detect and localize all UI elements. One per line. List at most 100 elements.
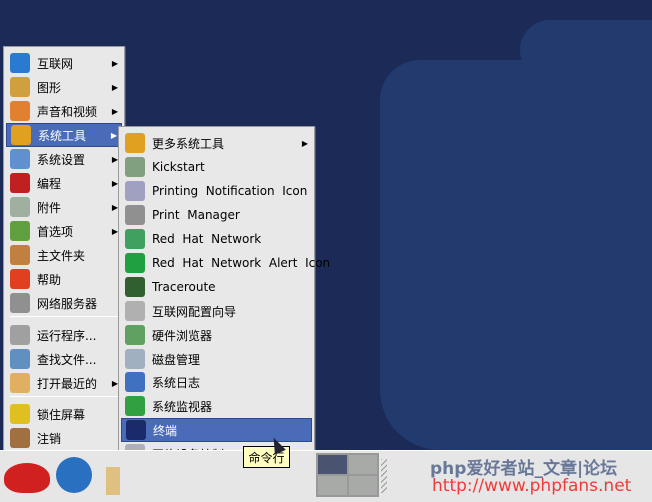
menu-item-label: 附件 <box>37 200 62 215</box>
panel-drag-handle[interactable] <box>381 459 387 493</box>
menu-item-label: 查找文件... <box>37 352 97 367</box>
menu-item[interactable]: 系统设置 ▶ <box>6 147 122 171</box>
menu-item[interactable]: 锁住屏幕 <box>6 402 122 426</box>
tools-icon <box>11 125 31 145</box>
menu-item-label: 帮助 <box>37 272 62 287</box>
menu-item[interactable]: 查找文件... <box>6 347 122 371</box>
menu-item[interactable]: 互联网 ▶ <box>6 51 122 75</box>
monitor-icon <box>125 396 145 416</box>
menu-item[interactable]: 系统日志 <box>121 370 312 394</box>
workspace-switcher[interactable] <box>316 453 379 497</box>
menu-item-label: 注销 <box>37 431 62 446</box>
tools-icon <box>125 133 145 153</box>
gear-icon <box>10 325 30 345</box>
workspace-1[interactable] <box>318 455 347 474</box>
watermark-url: http://www.phpfans.net <box>432 476 632 496</box>
menu-item-label: 互联网 <box>37 56 74 71</box>
menu-item[interactable]: Printing Notification Icon <box>121 179 312 203</box>
menu-item[interactable]: Red Hat Network <box>121 227 312 251</box>
menu-item-label: 编程 <box>37 176 62 191</box>
menu-item[interactable]: 首选项 ▶ <box>6 219 122 243</box>
terminal-icon <box>126 420 146 440</box>
menu-item-label: 硬件浏览器 <box>152 328 213 343</box>
menu-item[interactable]: Kickstart <box>121 155 312 179</box>
menu-item[interactable]: 编程 ▶ <box>6 171 122 195</box>
menu-item-label: Print Manager <box>152 208 240 222</box>
menu-item-label: Traceroute <box>152 280 216 294</box>
menu-item[interactable]: Red Hat Network Alert Icon <box>121 251 330 275</box>
search-icon <box>10 349 30 369</box>
desktop-background-shape <box>520 20 652 80</box>
traceroute-icon <box>125 277 145 297</box>
menu-item-label: 锁住屏幕 <box>37 407 86 422</box>
menu-item[interactable]: 硬件浏览器 <box>121 323 312 347</box>
home-folder-icon <box>10 245 30 265</box>
menu-item[interactable]: 图形 ▶ <box>6 75 122 99</box>
menu-item[interactable]: 磁盘管理 <box>121 347 312 371</box>
menu-item[interactable]: 注销 <box>6 426 122 450</box>
folder-icon <box>10 373 30 393</box>
menu-item[interactable]: 终端 <box>121 418 312 442</box>
menu-item-label: 磁盘管理 <box>152 352 201 367</box>
menu-item[interactable]: Print Manager <box>121 203 312 227</box>
desktop-background <box>380 60 652 450</box>
menu-item[interactable]: 主文件夹 <box>6 243 122 267</box>
globe-icon <box>10 53 30 73</box>
menu-item-label: Red Hat Network Alert Icon <box>152 256 331 270</box>
menu-item[interactable]: 帮助 <box>6 267 122 291</box>
menu-separator <box>10 396 122 397</box>
menu-item-label: 更多系统工具 <box>152 136 225 151</box>
rhn-alert-icon <box>125 253 145 273</box>
menu-item[interactable]: 网络服务器 <box>6 291 122 315</box>
menu-item-label: Red Hat Network <box>152 232 262 246</box>
panel-launcher-icon[interactable] <box>106 467 120 495</box>
logout-icon <box>10 428 30 448</box>
workspace-2[interactable] <box>348 455 377 474</box>
submenu-arrow-icon: ▶ <box>301 138 308 148</box>
menu-item-label: Printing Notification Icon <box>152 184 308 198</box>
submenu-arrow-icon: ▶ <box>110 130 117 140</box>
menu-item-label: 主文件夹 <box>37 248 86 263</box>
print-manager-icon <box>125 205 145 225</box>
workspace-3[interactable] <box>318 476 347 495</box>
media-icon <box>10 101 30 121</box>
menu-item[interactable]: 打开最近的 ▶ <box>6 371 122 395</box>
system-tools-submenu: 更多系统工具 ▶ Kickstart Printing Notification Ic… <box>118 126 330 494</box>
menu-item[interactable]: 系统监视器 <box>121 394 312 418</box>
palette-icon <box>10 77 30 97</box>
disk-icon <box>125 349 145 369</box>
menu-item-label: 系统工具 <box>38 128 87 143</box>
menu-separator <box>10 316 122 317</box>
menu-item[interactable]: 互联网配置向导 <box>121 299 312 323</box>
menu-item-label: 系统日志 <box>152 375 201 390</box>
menu-item[interactable]: 更多系统工具 ▶ <box>121 131 312 155</box>
menu-item-label: 运行程序... <box>37 328 97 343</box>
redhat-main-menu-button[interactable] <box>4 463 50 493</box>
menu-item-label: 打开最近的 <box>37 376 98 391</box>
network-wizard-icon <box>125 301 145 321</box>
submenu-arrow-icon: ▶ <box>111 82 118 92</box>
menu-item-label: 声音和视频 <box>37 104 98 119</box>
workspace-4[interactable] <box>348 476 377 495</box>
menu-item-label: 系统监视器 <box>152 399 213 414</box>
log-book-icon <box>125 372 145 392</box>
menu-item[interactable]: 系统工具 ▶ <box>6 123 122 147</box>
menu-item-label: 互联网配置向导 <box>152 304 237 319</box>
rhn-icon <box>125 229 145 249</box>
submenu-arrow-icon: ▶ <box>111 106 118 116</box>
menu-item[interactable]: 附件 ▶ <box>6 195 122 219</box>
lock-icon <box>10 404 30 424</box>
printer-icon <box>125 181 145 201</box>
lifebuoy-icon <box>10 269 30 289</box>
menu-item[interactable]: 声音和视频 ▶ <box>6 99 122 123</box>
menu-item-label: 终端 <box>153 423 178 438</box>
submenu-arrow-icon: ▶ <box>111 58 118 68</box>
menu-item[interactable]: Traceroute <box>121 275 312 299</box>
menu-item-label: 图形 <box>37 80 62 95</box>
browser-launcher-icon[interactable] <box>56 457 92 493</box>
main-menu: 互联网 ▶ 图形 ▶ 声音和视频 ▶ 系统工具 ▶ 系统设置 ▶ 编程 ▶ 附件 ▶ 首选项 ▶ 主文件夹 帮助网… <box>3 46 125 452</box>
toolbox-icon <box>10 173 30 193</box>
menu-item-label: Kickstart <box>152 160 205 174</box>
menu-item[interactable]: 运行程序... <box>6 323 122 347</box>
computer-settings-icon <box>10 149 30 169</box>
